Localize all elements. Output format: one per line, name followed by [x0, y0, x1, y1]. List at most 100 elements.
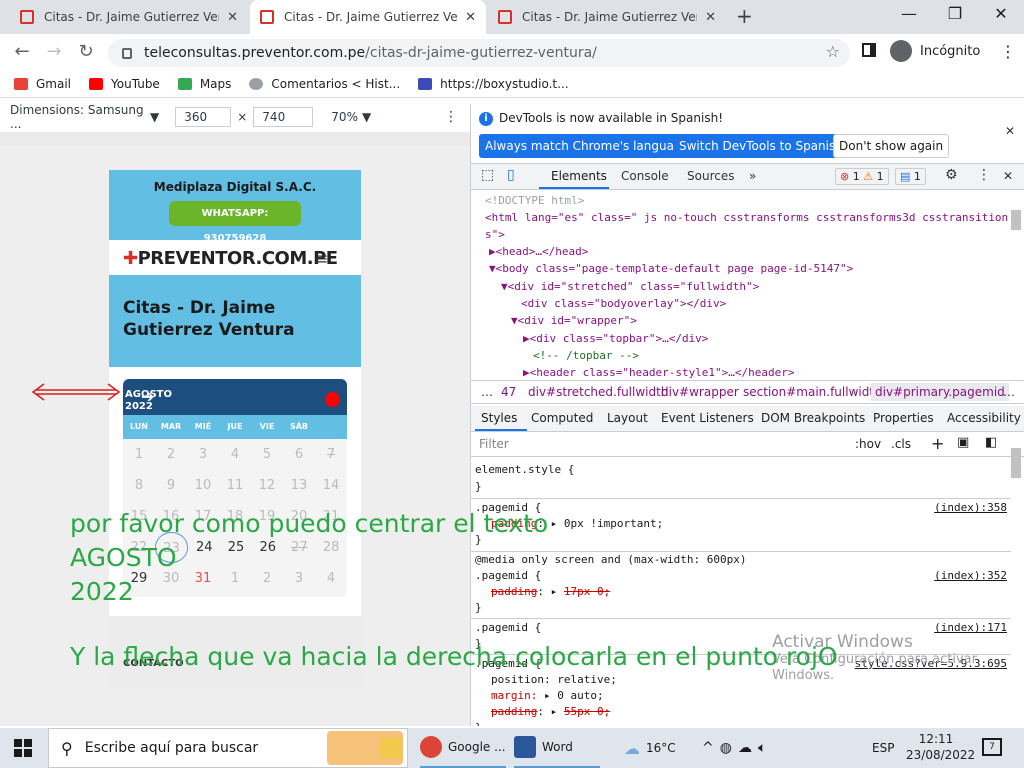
close-window-button[interactable]: ✕ [978, 4, 1024, 23]
bookmark-youtube[interactable]: YouTube [89, 77, 160, 91]
tray-speaker-icon[interactable]: 🔈︎ [758, 740, 772, 756]
subtab-styles[interactable]: Styles [481, 411, 517, 425]
bookmark-star-icon[interactable]: ☆ [826, 42, 840, 61]
styles-scrollbar[interactable] [1011, 448, 1021, 478]
taskbar-clock[interactable]: 12:11 23/08/2022 [906, 731, 975, 763]
settings-gear-icon[interactable]: ⚙ [945, 167, 958, 183]
address-bar[interactable]: teleconsultas.preventor.com.pe/citas-dr-… [108, 39, 850, 67]
language-indicator[interactable]: ESP [872, 728, 894, 768]
styles-filter-input[interactable]: Filter [479, 437, 509, 451]
inspect-element-icon[interactable]: ⬚ [481, 167, 494, 183]
forward-arrow-icon[interactable]: → [42, 41, 66, 62]
breadcrumb-item-selected[interactable]: div#primary.pagemid [871, 383, 1009, 401]
tab-console[interactable]: Console [621, 169, 669, 183]
breadcrumb-overflow[interactable]: … [481, 385, 493, 399]
tray-onedrive-icon[interactable]: ☁ [738, 740, 758, 756]
new-tab-button[interactable]: + [736, 4, 753, 28]
side-panel-icon[interactable] [862, 43, 876, 57]
media-query-ruler[interactable] [0, 132, 470, 146]
dom-line[interactable]: <!DOCTYPE html> [485, 192, 584, 209]
new-style-rule-icon[interactable]: + [931, 434, 944, 453]
whatsapp-button[interactable]: WHATSAPP: 930759628 [169, 201, 301, 244]
paint-bucket-icon[interactable]: ▣ [957, 435, 969, 450]
maximize-button[interactable]: ❐ [932, 4, 978, 23]
browser-tab-3[interactable]: Citas - Dr. Jaime Gutierrez Ventura ✕ [488, 0, 726, 34]
tray-network-icon[interactable]: ◍ [720, 740, 738, 756]
dom-scrollbar[interactable] [1011, 210, 1021, 230]
subtab-computed[interactable]: Computed [531, 411, 593, 425]
tray-chevron-icon[interactable]: ^ [702, 740, 720, 756]
close-tab-icon[interactable]: ✕ [227, 10, 238, 25]
hover-state-toggle[interactable]: :hov [855, 437, 881, 451]
device-toggle-icon[interactable]: ▯ [507, 167, 515, 183]
taskbar-app-word[interactable]: Word [514, 728, 600, 768]
dont-show-again-button[interactable]: Don't show again [833, 134, 950, 158]
site-logo[interactable]: ✚PREVENTOR.COM.PE [123, 248, 338, 269]
subtab-layout[interactable]: Layout [607, 411, 648, 425]
css-declaration[interactable]: position: relative; [491, 672, 617, 689]
browser-tab-2-active[interactable]: Citas - Dr. Jaime Gutierrez Ventura ✕ [250, 0, 486, 34]
windows-start-icon[interactable] [14, 739, 32, 757]
tab-elements[interactable]: Elements [551, 169, 607, 183]
dom-line[interactable]: ▼<div id="wrapper"> [511, 312, 637, 329]
taskbar-app-chrome[interactable]: Google ... [420, 728, 506, 768]
device-more-icon[interactable]: ⋮ [444, 109, 458, 125]
computed-sidebar-icon[interactable]: ◧ [985, 435, 997, 450]
dom-line[interactable]: ▼<div id="stretched" class="fullwidth"> [501, 278, 759, 295]
next-month-arrow-icon[interactable]: ➔ [141, 387, 154, 406]
subtab-event-listeners[interactable]: Event Listeners [661, 411, 754, 425]
dom-line[interactable]: ▼<body class="page-template-default page… [489, 260, 853, 277]
breadcrumb-item[interactable]: div#stretched.fullwidth [528, 385, 668, 399]
incognito-indicator[interactable]: Incógnito [890, 40, 980, 62]
bookmark-gmail[interactable]: Gmail [14, 77, 71, 91]
dom-line[interactable]: ▶<head>…</head> [489, 243, 588, 260]
breadcrumb-item[interactable]: section#main.fullwidth [743, 385, 882, 399]
subtab-dom-breakpoints[interactable]: DOM Breakpoints [761, 411, 865, 425]
rule-source-link[interactable]: (index):352 [934, 568, 1007, 585]
bookmark-maps[interactable]: Maps [177, 77, 231, 91]
hamburger-menu-icon[interactable]: ≡ [315, 249, 328, 268]
browser-menu-icon[interactable]: ⋮ [1000, 42, 1016, 61]
tab-sources[interactable]: Sources [687, 169, 734, 183]
switch-to-spanish-button[interactable]: Switch DevTools to Spanish [673, 134, 849, 158]
dropdown-arrow-icon[interactable]: ▼ [150, 110, 159, 124]
close-tab-icon[interactable]: ✕ [705, 10, 716, 25]
close-infobar-icon[interactable]: ✕ [1005, 124, 1015, 138]
breadcrumb-overflow[interactable]: … [1003, 385, 1015, 399]
rule-source-link[interactable]: (index):358 [934, 500, 1007, 517]
browser-tab-1[interactable]: Citas - Dr. Jaime Gutierrez Ventura ✕ [10, 0, 248, 34]
css-property-overridden[interactable]: padding [491, 705, 537, 718]
height-input[interactable] [253, 107, 314, 127]
class-toggle[interactable]: .cls [891, 437, 911, 451]
css-value[interactable]: 0 auto; [557, 689, 603, 702]
issues-badge[interactable]: ⊗ 1 ⚠ 1 [835, 168, 889, 185]
dom-comment[interactable]: <!-- /topbar --> [533, 347, 639, 364]
subtab-accessibility[interactable]: Accessibility [947, 411, 1021, 425]
weather-widget[interactable]: ☁ 16°C [624, 728, 676, 768]
close-tab-icon[interactable]: ✕ [465, 10, 476, 25]
minimize-button[interactable]: — [886, 4, 932, 23]
dom-line[interactable]: <html lang="es" class=" js no-touch csst… [485, 209, 1008, 226]
close-devtools-icon[interactable]: ✕ [1003, 169, 1013, 183]
file-explorer-icon[interactable] [380, 738, 402, 758]
zoom-arrow-icon[interactable]: ▼ [362, 110, 371, 124]
rule-selector[interactable]: .pagemid { [475, 620, 541, 637]
element-style-selector[interactable]: element.style { [475, 462, 574, 479]
dom-line[interactable]: <div class="bodyoverlay"></div> [521, 295, 726, 312]
dimensions-dropdown[interactable]: Dimensions: Samsung ... [10, 103, 150, 131]
messages-badge[interactable]: ▤ 1 [895, 168, 926, 185]
notification-center-icon[interactable]: 7 [982, 738, 1002, 756]
subtab-properties[interactable]: Properties [873, 411, 934, 425]
back-arrow-icon[interactable]: ← [10, 41, 34, 62]
breadcrumb-item[interactable]: div#wrapper [661, 385, 739, 399]
dom-line[interactable]: ▶<div class="topbar">…</div> [523, 330, 708, 347]
more-tabs-icon[interactable]: » [749, 169, 756, 183]
reload-icon[interactable]: ↻ [74, 41, 98, 62]
dom-line[interactable]: ▶<header class="header-style1">…</header… [523, 364, 795, 380]
devtools-more-icon[interactable]: ⋮ [977, 167, 991, 183]
css-property[interactable]: margin: [491, 689, 537, 702]
always-match-language-button[interactable]: Always match Chrome's language [479, 134, 695, 158]
taskbar-search-box[interactable]: ⚲ Escribe aquí para buscar [48, 728, 408, 768]
bookmark-comentarios[interactable]: Comentarios < Hist... [249, 77, 400, 91]
width-input[interactable] [175, 107, 232, 127]
